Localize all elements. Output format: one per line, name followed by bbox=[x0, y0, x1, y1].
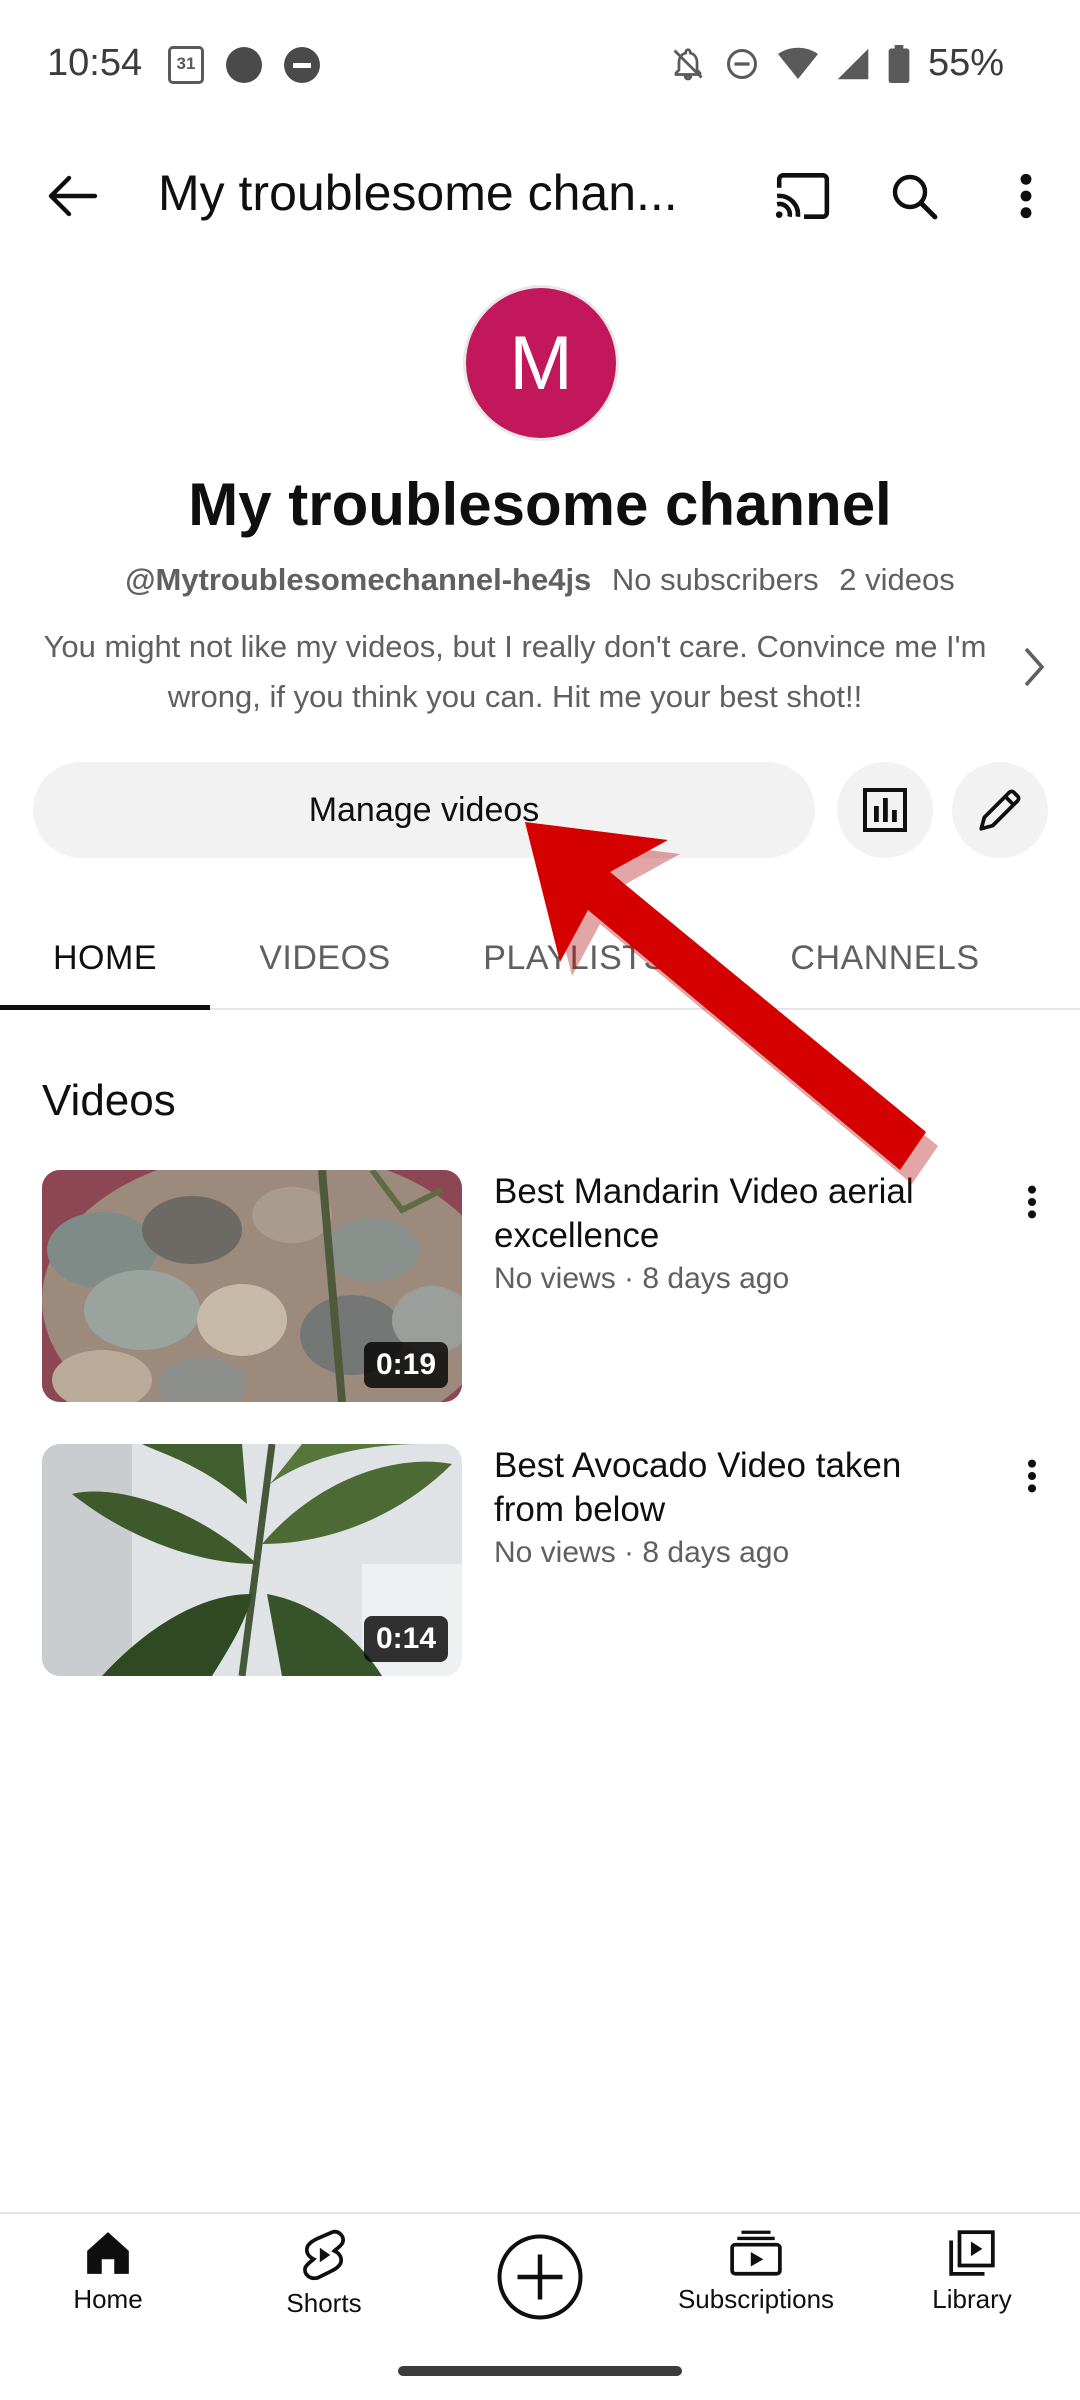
video-more-button[interactable] bbox=[1012, 1178, 1052, 1226]
back-button[interactable] bbox=[40, 168, 106, 224]
tab-playlists[interactable]: PLAYLISTS bbox=[450, 906, 700, 1010]
shorts-icon bbox=[303, 2229, 345, 2281]
add-circle-icon bbox=[497, 2234, 583, 2320]
description-expand-button[interactable] bbox=[1022, 645, 1052, 695]
cast-icon bbox=[775, 173, 830, 219]
video-list-item[interactable]: 0:14 Best Avocado Video taken from below… bbox=[42, 1444, 1052, 1676]
video-thumbnail[interactable]: 0:19 bbox=[42, 1170, 462, 1402]
gesture-navigation-bar[interactable] bbox=[398, 2366, 682, 2376]
channel-avatar[interactable]: M bbox=[466, 288, 616, 438]
analytics-icon bbox=[863, 788, 907, 832]
home-icon bbox=[87, 2232, 129, 2274]
nav-label: Home bbox=[73, 2284, 143, 2314]
subscriber-count: No subscribers bbox=[611, 562, 819, 597]
channel-handle: @Mytroublesomechannel-he4js bbox=[125, 562, 592, 597]
more-options-button[interactable] bbox=[994, 164, 1058, 228]
calendar-day: 31 bbox=[176, 54, 196, 73]
app-title: My troublesome chan... bbox=[158, 165, 678, 221]
cast-button[interactable] bbox=[770, 164, 834, 228]
nav-label: Shorts bbox=[286, 2288, 362, 2318]
nav-label: Library bbox=[932, 2284, 1012, 2314]
cell-signal-icon bbox=[837, 48, 869, 79]
search-icon bbox=[892, 174, 938, 220]
search-button[interactable] bbox=[882, 164, 946, 228]
video-title[interactable]: Best Avocado Video taken from below bbox=[494, 1444, 974, 1532]
status-system-icons: 55% bbox=[670, 42, 1004, 85]
edit-channel-button[interactable] bbox=[952, 762, 1048, 858]
video-duration: 0:14 bbox=[363, 1616, 448, 1662]
library-icon bbox=[949, 2230, 995, 2276]
tab-channels[interactable]: CHANNELS bbox=[760, 906, 1010, 1010]
video-meta: No views · 8 days ago bbox=[494, 1262, 790, 1295]
chevron-right-icon bbox=[1024, 647, 1045, 687]
channel-name: My troublesome channel bbox=[188, 471, 892, 538]
manage-videos-button[interactable]: Manage videos bbox=[33, 762, 815, 858]
more-vertical-icon bbox=[1027, 1459, 1037, 1493]
active-tab-indicator bbox=[0, 1005, 210, 1010]
channel-tabs: HOME VIDEOS PLAYLISTS CHANNELS bbox=[0, 906, 1080, 1010]
battery-icon bbox=[888, 44, 910, 83]
subscriptions-icon bbox=[730, 2230, 782, 2276]
app-bar-actions bbox=[770, 164, 1058, 228]
more-vertical-icon bbox=[1020, 173, 1032, 219]
circle-status-icon bbox=[226, 47, 262, 83]
arrow-back-icon bbox=[48, 175, 98, 217]
calendar-icon: 31 bbox=[168, 46, 204, 84]
channel-meta: @Mytroublesomechannel-he4js No subscribe… bbox=[0, 562, 1080, 598]
section-title: Videos bbox=[42, 1076, 176, 1125]
status-time: 10:54 bbox=[47, 42, 143, 84]
video-duration: 0:19 bbox=[363, 1342, 448, 1388]
tab-home[interactable]: HOME bbox=[0, 906, 210, 1010]
status-notification-icons: 31 bbox=[168, 46, 320, 84]
create-button[interactable] bbox=[432, 2232, 648, 2322]
nav-subscriptions[interactable]: Subscriptions bbox=[648, 2228, 864, 2315]
app-bar: My troublesome chan... bbox=[0, 150, 1080, 242]
pencil-icon bbox=[979, 789, 1021, 831]
analytics-button[interactable] bbox=[837, 762, 933, 858]
nav-label: Subscriptions bbox=[677, 2284, 835, 2314]
nav-home[interactable]: Home bbox=[0, 2228, 216, 2315]
video-meta: No views · 8 days ago bbox=[494, 1536, 790, 1569]
status-bar: 10:54 31 55% bbox=[0, 0, 1080, 132]
video-count: 2 videos bbox=[839, 562, 955, 597]
battery-percent: 55% bbox=[927, 42, 1004, 84]
nav-shorts[interactable]: Shorts bbox=[216, 2228, 432, 2319]
bell-off-icon bbox=[673, 47, 703, 80]
channel-description[interactable]: You might not like my videos, but I real… bbox=[40, 622, 990, 722]
video-list-item[interactable]: 0:19 Best Mandarin Video aerial excellen… bbox=[42, 1170, 1052, 1402]
tab-videos[interactable]: VIDEOS bbox=[220, 906, 430, 1010]
more-vertical-icon bbox=[1027, 1185, 1037, 1219]
nav-library[interactable]: Library bbox=[864, 2228, 1080, 2315]
dnd-outline-icon bbox=[726, 48, 757, 79]
video-thumbnail[interactable]: 0:14 bbox=[42, 1444, 462, 1676]
wifi-icon bbox=[777, 47, 818, 79]
dnd-icon bbox=[284, 47, 320, 83]
video-title[interactable]: Best Mandarin Video aerial excellence bbox=[494, 1170, 974, 1258]
video-more-button[interactable] bbox=[1012, 1452, 1052, 1500]
